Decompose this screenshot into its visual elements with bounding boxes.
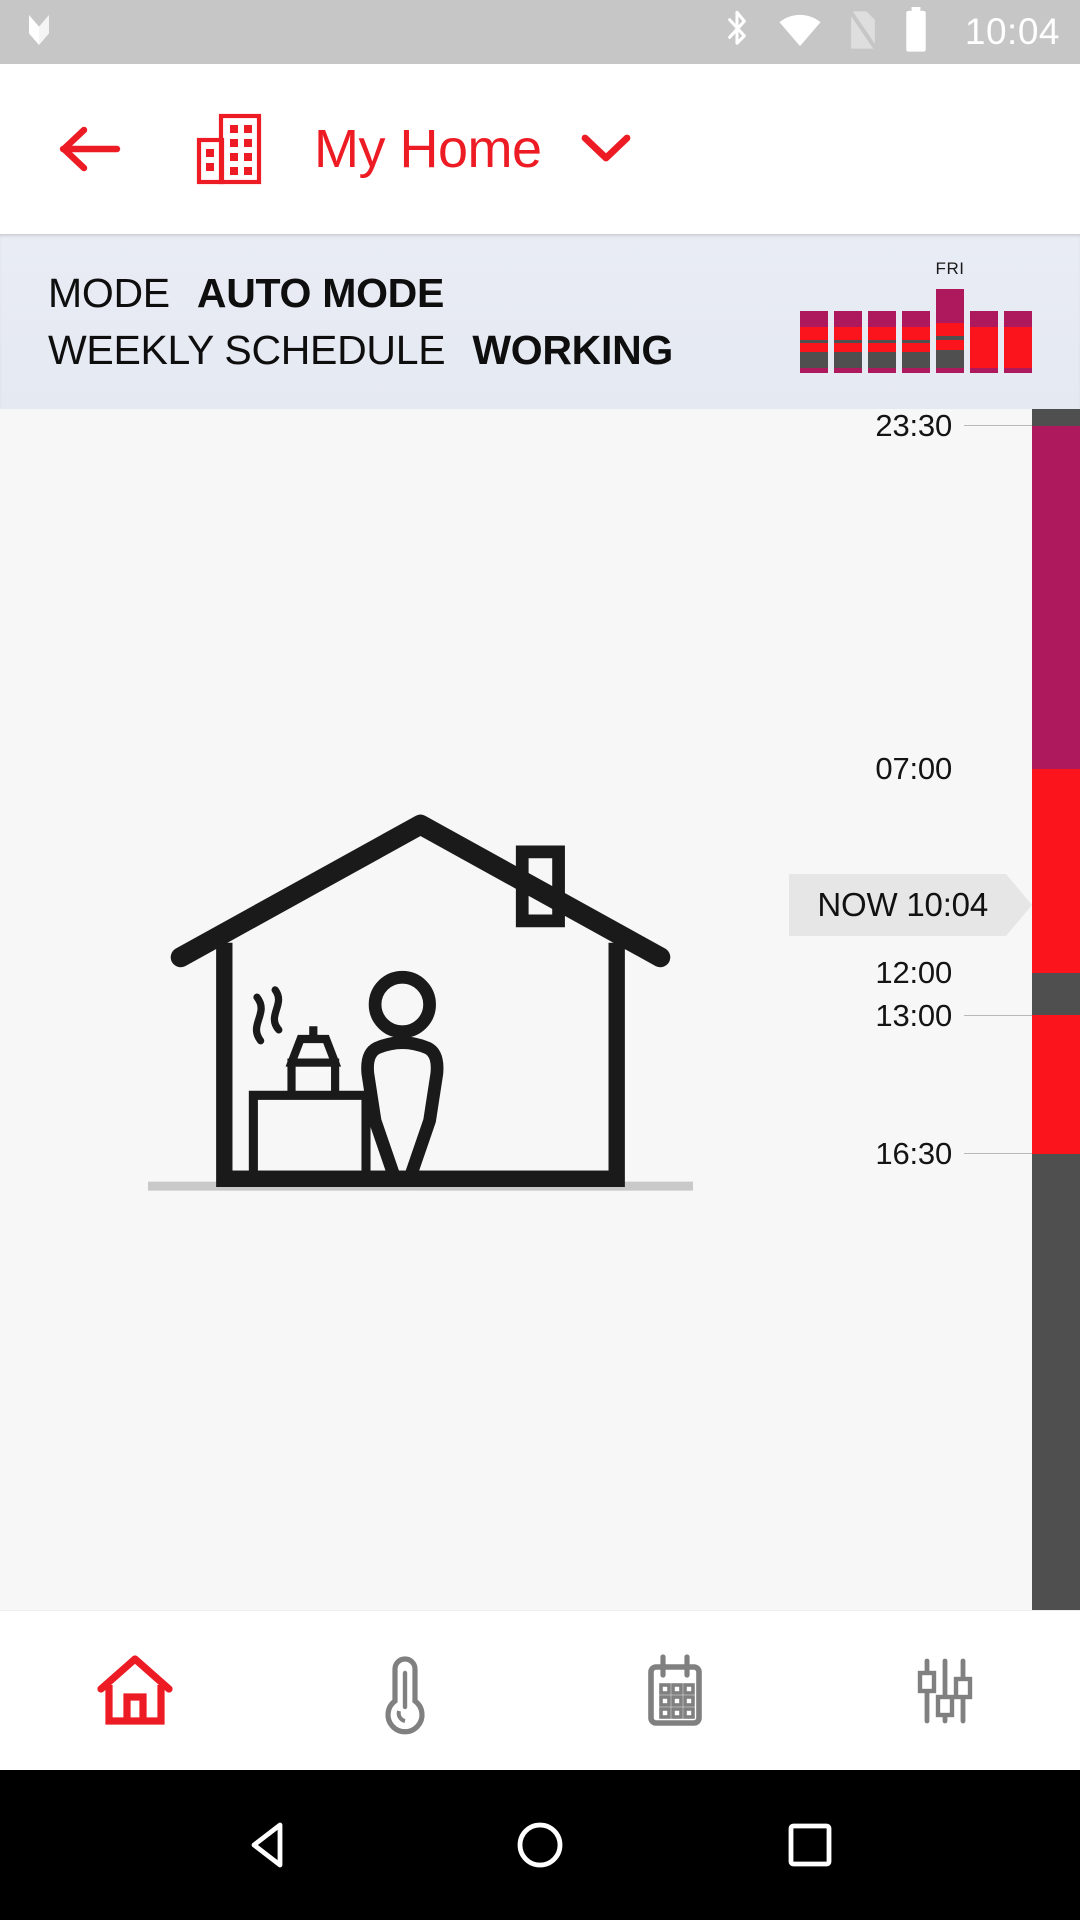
week-day-segment (834, 311, 862, 328)
weekly-chart-bars: FRI (800, 259, 1032, 373)
weekly-schedule-row: WEEKLY SCHEDULE WORKING (48, 327, 673, 374)
daily-timeline[interactable] (1032, 409, 1080, 1610)
chevron-down-icon[interactable] (580, 132, 632, 166)
week-day-segment (936, 350, 964, 368)
week-day-bar (868, 311, 896, 373)
android-recents-button[interactable] (675, 1817, 945, 1873)
sliders-icon (917, 1658, 973, 1723)
week-day-column[interactable] (902, 311, 930, 373)
back-button[interactable] (54, 113, 126, 185)
week-day-column[interactable] (800, 311, 828, 373)
week-day-segment (1004, 327, 1032, 369)
app-logo-icon (24, 10, 64, 55)
bottom-navigation (0, 1610, 1080, 1770)
timeline-segment[interactable] (1032, 1153, 1080, 1610)
week-day-column[interactable] (834, 311, 862, 373)
mode-row: MODE AUTO MODE (48, 270, 673, 317)
week-day-segment (936, 340, 964, 351)
page-title[interactable]: My Home (314, 118, 542, 180)
timeline-segment[interactable] (1032, 1015, 1080, 1154)
week-day-segment (868, 327, 896, 341)
weekly-schedule-value: WORKING (472, 326, 673, 373)
main-content: 23:30 07:00 12:00 13:00 16:30 NOW 10:04 (0, 409, 1080, 1610)
mode-info-panel[interactable]: MODE AUTO MODE WEEKLY SCHEDULE WORKING F… (0, 234, 1080, 409)
weekly-schedule-label: WEEKLY SCHEDULE (48, 326, 446, 373)
android-back-button[interactable] (135, 1817, 405, 1873)
week-day-segment (970, 368, 998, 373)
week-day-segment (902, 351, 930, 369)
square-recents-icon (788, 1823, 832, 1867)
weekly-schedule-chart[interactable]: FRI (800, 234, 1032, 409)
no-sim-icon (845, 8, 881, 57)
timeline-segment[interactable] (1032, 973, 1080, 1016)
battery-icon (903, 6, 929, 58)
week-day-column[interactable] (1004, 311, 1032, 373)
week-day-segment (1004, 368, 1032, 373)
app-screen: 10:04 My Home MODE AUTO MODE WEEKLY SCHE… (0, 0, 1080, 1920)
building-icon (196, 113, 262, 185)
week-day-segment (800, 327, 828, 341)
app-header: My Home (0, 64, 1080, 234)
status-bar: 10:04 (0, 0, 1080, 64)
triangle-back-icon (251, 1822, 283, 1868)
calendar-icon (648, 1653, 702, 1726)
week-day-segment (936, 367, 964, 373)
week-day-segment (868, 351, 896, 369)
week-day-column[interactable]: FRI (936, 259, 964, 373)
status-bar-clock: 10:04 (964, 11, 1060, 52)
week-day-bar (970, 311, 998, 373)
week-day-segment (800, 343, 828, 352)
week-day-column[interactable] (868, 311, 896, 373)
nav-item-schedule[interactable] (540, 1611, 810, 1770)
week-day-segment (902, 311, 930, 328)
android-home-button[interactable] (405, 1817, 675, 1873)
week-day-segment (936, 289, 964, 323)
nav-item-temperature[interactable] (270, 1611, 540, 1770)
house-illustration (0, 409, 1080, 1610)
week-day-bar (1004, 311, 1032, 373)
week-day-bar (902, 311, 930, 373)
week-day-column[interactable] (970, 311, 998, 373)
week-day-segment (800, 351, 828, 369)
week-day-segment (868, 311, 896, 328)
mode-label: MODE (48, 269, 170, 316)
timeline-segment[interactable] (1032, 409, 1080, 426)
week-day-segment (970, 311, 998, 328)
week-day-segment (936, 322, 964, 337)
week-day-segment (1004, 311, 1032, 328)
thermometer-icon (385, 1655, 425, 1734)
week-day-bar (936, 289, 964, 373)
back-arrow-icon (59, 126, 121, 172)
timeline-segment[interactable] (1032, 769, 1080, 974)
mode-info-lines: MODE AUTO MODE WEEKLY SCHEDULE WORKING (48, 270, 673, 374)
week-day-bar (800, 311, 828, 373)
nav-item-settings[interactable] (810, 1611, 1080, 1770)
status-bar-right: 10:04 (719, 6, 1060, 58)
week-day-segment (970, 327, 998, 369)
week-day-segment (868, 343, 896, 352)
week-day-segment (834, 351, 862, 369)
week-day-segment (834, 327, 862, 341)
bluetooth-icon (719, 8, 755, 57)
week-day-segment (902, 368, 930, 373)
mode-value: AUTO MODE (196, 269, 445, 316)
week-day-segment (868, 368, 896, 373)
week-day-segment (834, 343, 862, 352)
week-day-segment (834, 368, 862, 373)
week-day-segment (800, 311, 828, 328)
week-day-label: FRI (935, 259, 965, 278)
house-icon (97, 1654, 173, 1725)
circle-home-icon (517, 1822, 563, 1868)
wifi-icon (777, 12, 823, 53)
timeline-segment[interactable] (1032, 425, 1080, 770)
week-day-segment (902, 343, 930, 352)
status-bar-left (24, 10, 64, 55)
week-day-segment (902, 327, 930, 341)
nav-item-home[interactable] (0, 1611, 270, 1770)
week-day-segment (800, 368, 828, 373)
week-day-bar (834, 311, 862, 373)
android-navigation-bar (0, 1770, 1080, 1920)
house-with-person-and-coffee-pot-icon (147, 814, 693, 1191)
